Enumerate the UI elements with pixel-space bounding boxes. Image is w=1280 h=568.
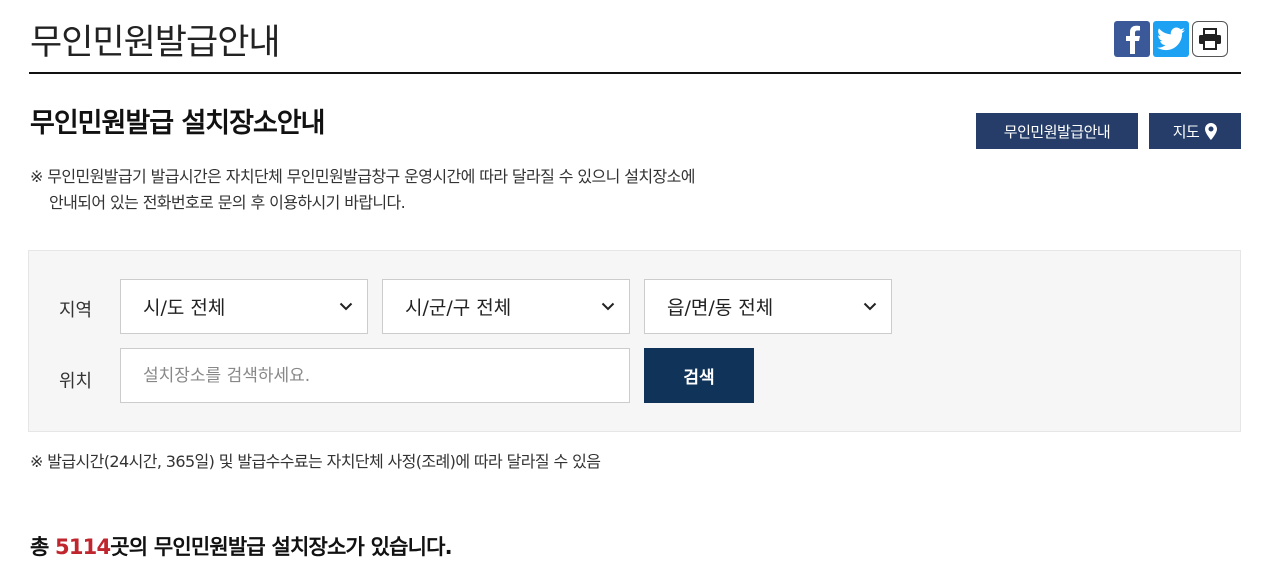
chevron-down-icon	[863, 302, 877, 311]
section-buttons: 무인민원발급안내 지도	[976, 113, 1241, 149]
page-title: 무인민원발급안내	[30, 23, 281, 63]
eupmyeondong-select-value: 읍/면/동 전체	[667, 297, 774, 319]
total-count-summary: 총 5114곳의 무인민원발급 설치장소가 있습니다.	[30, 531, 453, 561]
notice-line-2: 안내되어 있는 전화번호로 문의 후 이용하시기 바랍니다.	[49, 193, 406, 212]
eupmyeondong-select[interactable]: 읍/면/동 전체	[644, 279, 892, 334]
map-pin-icon	[1205, 122, 1218, 140]
facebook-share-button[interactable]	[1114, 21, 1150, 57]
fee-notice: ※ 발급시간(24시간, 365일) 및 발급수수료는 자치단체 사정(조례)에…	[30, 452, 601, 471]
kiosk-guide-button[interactable]: 무인민원발급안내	[976, 113, 1138, 149]
sigungu-select[interactable]: 시/군/구 전체	[382, 279, 630, 334]
twitter-icon	[1157, 27, 1185, 51]
total-count: 5114	[55, 535, 111, 559]
share-toolbar	[1114, 21, 1228, 57]
location-label: 위치	[59, 371, 93, 392]
sido-select[interactable]: 시/도 전체	[120, 279, 368, 334]
total-suffix: 곳의 무인민원발급 설치장소가 있습니다.	[110, 535, 452, 559]
chevron-down-icon	[601, 302, 615, 311]
location-search-input[interactable]	[120, 348, 630, 403]
sido-select-value: 시/도 전체	[143, 297, 226, 319]
section-title: 무인민원발급 설치장소안내	[30, 108, 325, 139]
print-button[interactable]	[1192, 21, 1228, 57]
chevron-down-icon	[339, 302, 353, 311]
region-label: 지역	[59, 300, 93, 321]
facebook-icon	[1126, 25, 1140, 54]
twitter-share-button[interactable]	[1153, 21, 1189, 57]
total-prefix: 총	[30, 535, 56, 559]
kiosk-guide-label: 무인민원발급안내	[1003, 122, 1111, 141]
search-panel: 지역 시/도 전체 시/군/구 전체 읍/면/동 전체 위치 검색	[28, 250, 1241, 432]
search-button[interactable]: 검색	[644, 348, 754, 403]
map-button[interactable]: 지도	[1149, 113, 1241, 149]
title-divider	[29, 72, 1241, 74]
operating-hours-notice: ※ 무인민원발급기 발급시간은 자치단체 무인민원발급창구 운영시간에 따라 달…	[30, 164, 890, 216]
printer-icon	[1199, 28, 1221, 50]
map-label: 지도	[1172, 122, 1200, 141]
sigungu-select-value: 시/군/구 전체	[405, 297, 512, 319]
notice-line-1: ※ 무인민원발급기 발급시간은 자치단체 무인민원발급창구 운영시간에 따라 달…	[30, 167, 695, 186]
